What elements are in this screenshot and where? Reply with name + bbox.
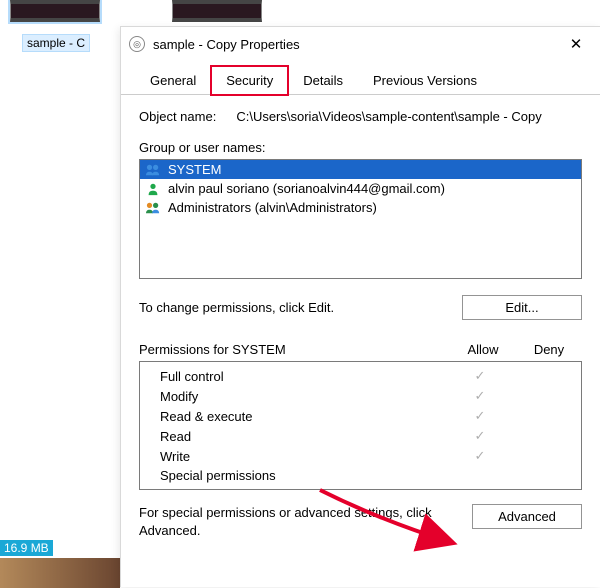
principal-label: SYSTEM <box>168 162 221 177</box>
tab-previous-versions[interactable]: Previous Versions <box>358 66 492 94</box>
group-names-label: Group or user names: <box>139 140 582 155</box>
allow-check-icon: ✓ <box>447 408 513 424</box>
object-name-value: C:\Users\soria\Videos\sample-content\sam… <box>236 109 582 124</box>
tab-general[interactable]: General <box>135 66 211 94</box>
allow-column-header: Allow <box>450 342 516 357</box>
edit-hint: To change permissions, click Edit. <box>139 300 452 315</box>
title-bar: ◎ sample - Copy Properties ✕ <box>121 27 600 61</box>
video-thumbnail[interactable] <box>172 0 262 22</box>
perm-row-full-control: Full control ✓ <box>140 366 581 386</box>
perm-label: Special permissions <box>160 468 447 483</box>
principal-label: Administrators (alvin\Administrators) <box>168 200 377 215</box>
perm-row-modify: Modify ✓ <box>140 386 581 406</box>
security-pane: Object name: C:\Users\soria\Videos\sampl… <box>121 95 600 587</box>
allow-check-icon: ✓ <box>447 448 513 464</box>
allow-check-icon: ✓ <box>447 368 513 384</box>
window-icon: ◎ <box>129 36 145 52</box>
window-title: sample - Copy Properties <box>153 37 556 52</box>
tab-details[interactable]: Details <box>288 66 358 94</box>
video-thumbnail[interactable] <box>10 0 100 22</box>
size-overlay: 16.9 MB <box>0 540 53 556</box>
advanced-button[interactable]: Advanced <box>472 504 582 529</box>
users-pair-icon <box>144 163 162 177</box>
edit-row: To change permissions, click Edit. Edit.… <box>139 295 582 320</box>
permissions-listbox: Full control ✓ Modify ✓ Read & execute ✓… <box>139 361 582 490</box>
perm-row-read-execute: Read & execute ✓ <box>140 406 581 426</box>
perm-row-write: Write ✓ <box>140 446 581 466</box>
principal-label: alvin paul soriano (sorianoalvin444@gmai… <box>168 181 445 196</box>
permissions-header: Permissions for SYSTEM Allow Deny <box>139 342 582 357</box>
thumbnail-label: sample - C <box>22 34 90 52</box>
perm-label: Read <box>160 429 447 444</box>
principal-item-administrators[interactable]: Administrators (alvin\Administrators) <box>140 198 581 217</box>
tab-strip: General Security Details Previous Versio… <box>121 61 600 95</box>
advanced-row: For special permissions or advanced sett… <box>139 504 582 539</box>
perm-label: Read & execute <box>160 409 447 424</box>
close-icon: ✕ <box>570 35 583 53</box>
allow-check-icon: ✓ <box>447 428 513 444</box>
edit-button[interactable]: Edit... <box>462 295 582 320</box>
advanced-hint: For special permissions or advanced sett… <box>139 504 462 539</box>
video-thumbnail[interactable] <box>0 558 120 588</box>
perm-row-special: Special permissions <box>140 466 581 485</box>
allow-check-icon: ✓ <box>447 388 513 404</box>
perm-label: Write <box>160 449 447 464</box>
perm-row-read: Read ✓ <box>140 426 581 446</box>
principal-item-system[interactable]: SYSTEM <box>140 160 581 179</box>
tab-security[interactable]: Security <box>211 66 288 95</box>
object-name-label: Object name: <box>139 109 216 124</box>
user-icon <box>144 182 162 196</box>
deny-column-header: Deny <box>516 342 582 357</box>
object-name-row: Object name: C:\Users\soria\Videos\sampl… <box>139 109 582 124</box>
close-button[interactable]: ✕ <box>556 29 596 59</box>
properties-dialog: ◎ sample - Copy Properties ✕ General Sec… <box>120 26 600 587</box>
users-pair-icon <box>144 201 162 215</box>
principals-listbox[interactable]: SYSTEM alvin paul soriano (sorianoalvin4… <box>139 159 582 279</box>
permissions-for-label: Permissions for SYSTEM <box>139 342 450 357</box>
principal-item-user[interactable]: alvin paul soriano (sorianoalvin444@gmai… <box>140 179 581 198</box>
perm-label: Modify <box>160 389 447 404</box>
perm-label: Full control <box>160 369 447 384</box>
